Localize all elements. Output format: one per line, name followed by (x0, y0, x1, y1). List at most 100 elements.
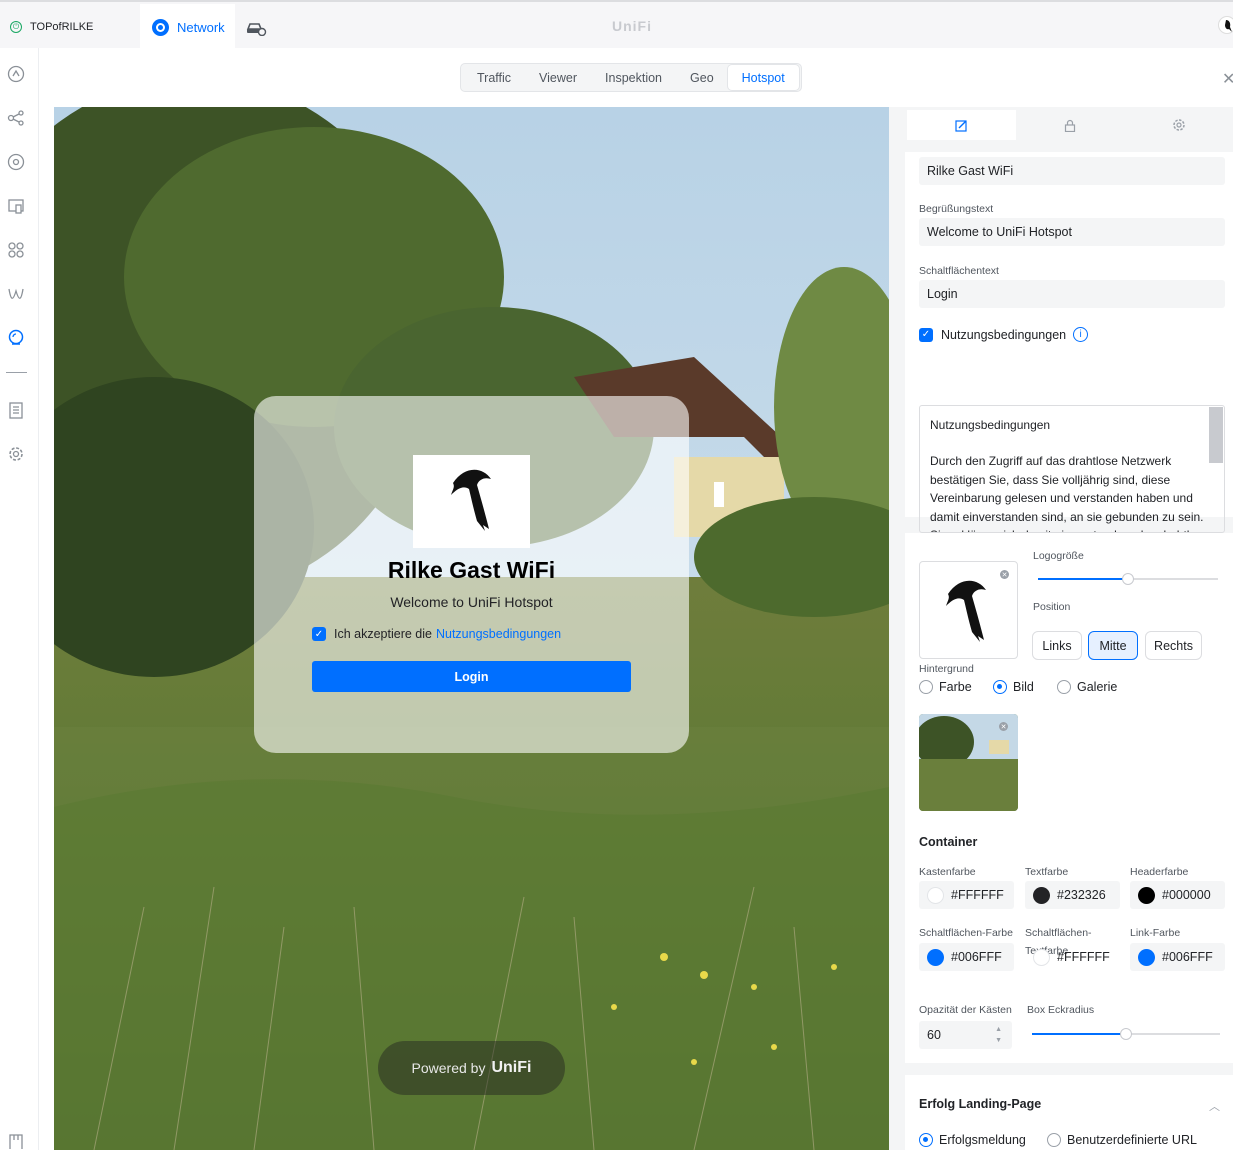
button-text-color-field[interactable]: #FFFFFF (1025, 943, 1120, 971)
position-rechts-button[interactable]: Rechts (1145, 631, 1202, 660)
button-text-field[interactable]: Login (919, 280, 1225, 308)
background-galerie-option[interactable]: Galerie (1057, 680, 1117, 694)
terms-accept-checkbox[interactable]: ✓ (312, 627, 326, 641)
tab-viewer[interactable]: Viewer (525, 65, 591, 90)
remove-logo-icon[interactable]: ✕ (1000, 570, 1009, 579)
powered-by-badge: Powered by UniFi (378, 1041, 565, 1095)
devices-icon[interactable] (7, 153, 25, 171)
close-icon[interactable]: ✕ (1222, 69, 1233, 89)
login-card: Rilke Gast WiFi Welcome to UniFi Hotspot… (254, 396, 689, 753)
logo-upload-thumbnail[interactable]: ✕ (919, 561, 1018, 659)
top-bar: ⏻ TOPofRILKE Network UniFi (0, 0, 1233, 50)
settings-panel: Rilke Gast WiFi Begrüßungstext Welcome t… (889, 107, 1233, 1150)
tab-hotspot[interactable]: Hotspot (727, 65, 799, 90)
powered-by-brand: UniFi (491, 1059, 532, 1076)
terms-accept-row: ✓ Ich akzeptiere die Nutzungsbedingungen (312, 627, 561, 641)
protect-app-icon[interactable] (245, 20, 267, 36)
success-landing-title: Erfolg Landing-Page (919, 1097, 1042, 1111)
headerfarbe-swatch[interactable] (1138, 886, 1155, 904)
opacity-stepper-icon[interactable]: ▲ ▼ (995, 1024, 1002, 1046)
tab-settings[interactable] (1124, 110, 1233, 140)
button-text-color-value: #FFFFFF (1057, 950, 1110, 964)
remove-background-icon[interactable]: ✕ (999, 722, 1008, 731)
nav-divider (6, 372, 27, 373)
radio-bild[interactable] (993, 680, 1007, 694)
button-text-color-swatch[interactable] (1033, 948, 1050, 966)
settings-gear-icon[interactable] (7, 445, 25, 463)
success-message-label: Erfolgsmeldung (939, 1133, 1026, 1147)
network-app-label: Network (177, 19, 225, 35)
user-avatar[interactable] (1218, 16, 1233, 34)
button-color-field[interactable]: #006FFF (919, 943, 1014, 971)
button-text-label: Schaltflächentext (919, 265, 999, 277)
radio-farbe[interactable] (919, 680, 933, 694)
kastenfarbe-swatch[interactable] (927, 886, 944, 904)
position-mitte-button[interactable]: Mitte (1088, 631, 1138, 660)
radio-bild-label: Bild (1013, 680, 1034, 694)
headerfarbe-field[interactable]: #000000 (1130, 881, 1225, 909)
edit-icon (955, 119, 967, 132)
success-message-option[interactable]: Erfolgsmeldung (919, 1133, 1026, 1147)
terms-textarea[interactable]: Nutzungsbedingungen Durch den Zugriff au… (919, 405, 1225, 533)
welcome-field[interactable]: Welcome to UniFi Hotspot (919, 218, 1225, 246)
logo-size-slider[interactable] (1038, 573, 1218, 585)
kastenfarbe-label: Kastenfarbe (919, 866, 976, 878)
container-title: Container (919, 835, 978, 849)
link-color-swatch[interactable] (1138, 948, 1155, 966)
welcome-field-label: Begrüßungstext (919, 203, 994, 215)
radio-galerie[interactable] (1057, 680, 1071, 694)
portal-logo (413, 455, 530, 548)
terms-accept-label: Ich akzeptiere die (334, 627, 432, 641)
portal-welcome-text: Welcome to UniFi Hotspot (390, 594, 553, 610)
tab-geo[interactable]: Geo (676, 65, 728, 90)
textfarbe-swatch[interactable] (1033, 886, 1050, 904)
terms-link[interactable]: Nutzungsbedingungen (436, 627, 561, 641)
textfarbe-field[interactable]: #232326 (1025, 881, 1120, 909)
title-field[interactable]: Rilke Gast WiFi (919, 157, 1225, 185)
view-tabs: Traffic Viewer Inspektion Geo Hotspot (460, 63, 802, 92)
hotspot-icon[interactable] (7, 329, 25, 347)
background-farbe-option[interactable]: Farbe (919, 680, 972, 694)
chevron-up-icon[interactable]: ︿ (1209, 1098, 1220, 1114)
terms-scrollbar[interactable] (1209, 407, 1223, 463)
site-name: TOPofRILKE (30, 21, 94, 33)
tab-traffic[interactable]: Traffic (463, 65, 525, 90)
radio-custom-url[interactable] (1047, 1133, 1061, 1147)
button-color-swatch[interactable] (927, 948, 944, 966)
opacity-input[interactable]: 60 ▲ ▼ (919, 1021, 1012, 1049)
terms-heading: Nutzungsbedingungen (930, 418, 1051, 432)
logo-size-slider-knob[interactable] (1122, 573, 1134, 585)
terms-enable-label: Nutzungsbedingungen (941, 327, 1067, 342)
custom-url-option[interactable]: Benutzerdefinierte URL (1047, 1133, 1197, 1147)
insights-icon[interactable] (7, 241, 25, 259)
wifiman-icon[interactable] (7, 285, 25, 303)
portal-login-button[interactable]: Login (312, 661, 631, 692)
background-bild-option[interactable]: Bild (993, 680, 1034, 694)
kastenfarbe-field[interactable]: #FFFFFF (919, 881, 1014, 909)
portal-preview: Rilke Gast WiFi Welcome to UniFi Hotspot… (54, 107, 889, 1150)
logo-size-label: Logogröße (1033, 550, 1084, 562)
kastenfarbe-value: #FFFFFF (951, 888, 1004, 902)
background-label: Hintergrund (919, 663, 974, 675)
button-color-label: Schaltflächen-Farbe (919, 927, 1013, 939)
clients-icon[interactable] (7, 197, 25, 215)
tab-design[interactable] (907, 110, 1016, 140)
info-icon[interactable]: i (1073, 327, 1089, 342)
network-app-tab[interactable]: Network (140, 4, 235, 50)
position-links-button[interactable]: Links (1032, 631, 1082, 660)
topology-icon[interactable] (7, 109, 25, 127)
release-notes-icon[interactable] (7, 1132, 25, 1150)
radio-success-message[interactable] (919, 1133, 933, 1147)
dashboard-icon[interactable] (7, 65, 25, 83)
background-image-thumbnail[interactable]: ✕ (919, 714, 1018, 811)
logs-icon[interactable] (7, 401, 25, 419)
corner-radius-slider-knob[interactable] (1120, 1028, 1132, 1040)
site-tab[interactable]: ⏻ TOPofRILKE (0, 4, 140, 50)
corner-radius-slider[interactable] (1032, 1028, 1220, 1040)
tab-security[interactable] (1016, 110, 1125, 140)
success-landing-section: Erfolg Landing-Page ︿ Erfolgsmeldung Ben… (905, 1075, 1233, 1150)
tab-inspektion[interactable]: Inspektion (591, 65, 676, 90)
link-color-field[interactable]: #006FFF (1130, 943, 1225, 971)
unifi-brand-logo: UniFi (612, 18, 652, 34)
terms-enable-checkbox[interactable]: ✓ (919, 327, 933, 342)
